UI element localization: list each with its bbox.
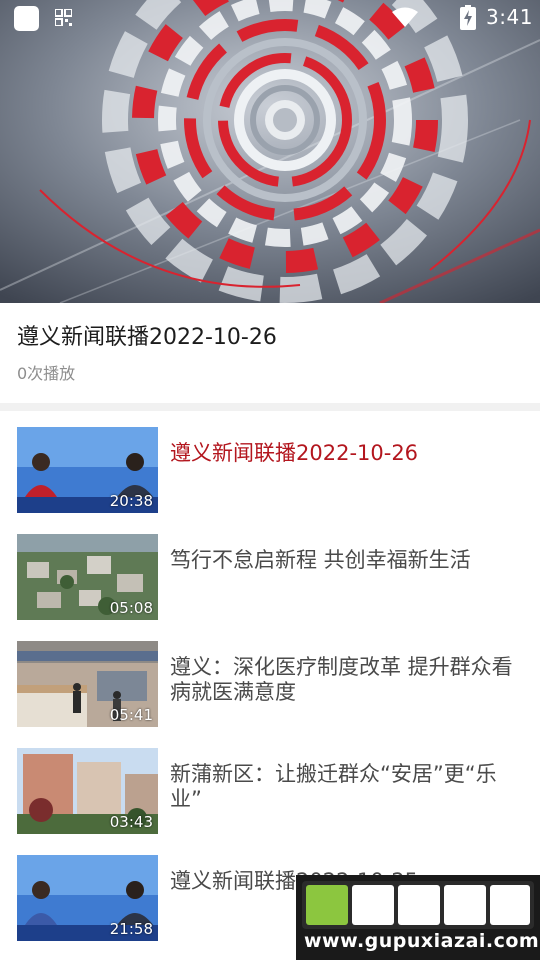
video-thumbnail: 21:58	[17, 855, 158, 941]
video-duration: 03:43	[109, 813, 153, 831]
watermark-url: www.gupuxiazai.com	[304, 930, 540, 952]
grid-icon	[55, 9, 72, 26]
status-bar: 3:41	[0, 0, 540, 36]
playlist-item[interactable]: 05:08 笃行不怠启新程 共创幸福新生活	[0, 534, 540, 634]
watermark: www.gupuxiazai.com	[296, 875, 540, 960]
playlist-item[interactable]: 03:43 新蒲新区：让搬迁群众“安居”更“乐业”	[0, 748, 540, 848]
play-count: 0次播放	[17, 364, 76, 383]
battery-charging-icon	[460, 5, 476, 30]
video-thumbnail: 20:38	[17, 427, 158, 513]
watermark-logo	[302, 881, 534, 929]
video-player[interactable]: 3:41	[0, 0, 540, 303]
app-icon	[14, 6, 39, 31]
section-divider	[0, 403, 540, 411]
video-duration: 05:41	[109, 706, 153, 724]
status-time: 3:41	[486, 5, 533, 29]
video-thumbnail: 05:41	[17, 641, 158, 727]
video-thumbnail: 03:43	[17, 748, 158, 834]
playlist-item-title: 新蒲新区：让搬迁群众“安居”更“乐业”	[170, 762, 497, 811]
playlist-item-title: 遵义：深化医疗制度改革 提升群众看病就医满意度	[170, 655, 513, 704]
playlist-item-title: 笃行不怠启新程 共创幸福新生活	[170, 548, 471, 572]
video-duration: 20:38	[109, 492, 153, 510]
video-info: 遵义新闻联播2022-10-26 0次播放	[0, 303, 540, 403]
video-duration: 05:08	[109, 599, 153, 617]
video-thumbnail: 05:08	[17, 534, 158, 620]
wifi-icon	[392, 7, 418, 27]
video-duration: 21:58	[109, 920, 153, 938]
playlist-item[interactable]: 20:38 遵义新闻联播2022-10-26	[0, 427, 540, 527]
video-title: 遵义新闻联播2022-10-26	[17, 325, 277, 350]
video-frame-graphic	[0, 0, 540, 303]
playlist-item[interactable]: 05:41 遵义：深化医疗制度改革 提升群众看病就医满意度	[0, 641, 540, 741]
playlist-item-title: 遵义新闻联播2022-10-26	[170, 441, 419, 465]
